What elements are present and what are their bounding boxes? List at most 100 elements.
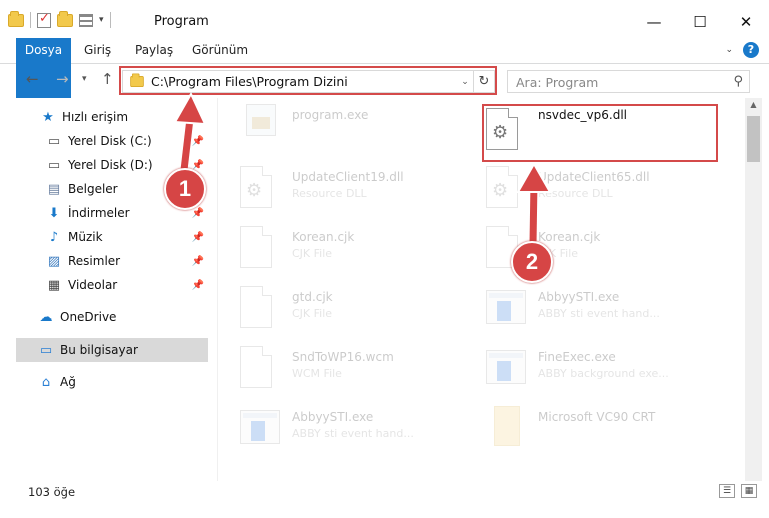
drive-icon: ▭: [47, 157, 61, 173]
back-arrow-icon[interactable]: ←: [26, 70, 39, 88]
sidebar-item-label: OneDrive: [60, 310, 117, 324]
sidebar-item-pictures[interactable]: ▨ Resimler 📌: [46, 249, 208, 273]
sidebar-item-label: İndirmeler: [68, 206, 130, 220]
file-item[interactable]: ⚙ UpdateClient65.dll Resource DLL: [486, 162, 716, 222]
search-icon[interactable]: ⚲: [733, 74, 743, 89]
step-badge-2: 2: [511, 241, 553, 283]
sidebar-item-label: Hızlı erişim: [62, 110, 129, 124]
sidebar-scrollbar[interactable]: [208, 98, 218, 481]
ribbon-tabs: Dosya Giriş Paylaş Görünüm ⌄ ?: [0, 38, 769, 98]
forward-arrow-icon[interactable]: →: [56, 70, 69, 88]
sidebar-item-network[interactable]: ⌂ Ağ: [38, 370, 208, 394]
chevron-down-icon[interactable]: ▾: [99, 15, 104, 25]
sidebar-item-videos[interactable]: ▦ Videolar 📌: [46, 273, 208, 297]
file-name: SndToWP16.wcm: [292, 350, 394, 364]
document-icon: [240, 286, 280, 330]
file-type: ABBY sti event hand...: [292, 427, 414, 440]
file-type: ABBY background exe...: [538, 367, 669, 380]
new-folder-icon[interactable]: [57, 10, 73, 27]
file-item[interactable]: ⚙ UpdateClient19.dll Resource DLL: [240, 162, 470, 222]
large-icons-view-icon[interactable]: ▦: [741, 484, 757, 498]
videos-icon: ▦: [47, 277, 61, 293]
content-scrollbar[interactable]: ▲: [745, 98, 762, 481]
pin-icon: 📌: [191, 279, 204, 291]
file-item[interactable]: Korean.cjk CJK File: [240, 222, 470, 282]
folder-icon: [486, 406, 526, 450]
divider: [109, 12, 111, 28]
help-icon[interactable]: ?: [743, 42, 759, 58]
app-icon: [240, 406, 280, 450]
dll-gear-icon: ⚙: [240, 166, 280, 210]
up-arrow-icon[interactable]: ↑: [101, 70, 114, 88]
file-name: program.exe: [292, 108, 369, 122]
file-name: AbbyySTI.exe: [292, 410, 374, 424]
sidebar-item-label: Yerel Disk (D:): [68, 158, 153, 172]
sidebar-item-quick-access[interactable]: ★ Hızlı erişim: [40, 105, 208, 129]
sidebar-item-local-disk-c[interactable]: ▭ Yerel Disk (C:) 📌: [46, 129, 208, 153]
computer-icon: ▭: [39, 342, 53, 358]
drive-icon: ▭: [47, 133, 61, 149]
exe-icon: [240, 104, 280, 148]
scrollbar-thumb[interactable]: [747, 116, 760, 162]
quick-access-toolbar: ▾: [8, 10, 111, 28]
window-title: Program: [154, 14, 209, 29]
recent-locations-icon[interactable]: ▾: [82, 74, 87, 84]
sidebar-item-onedrive[interactable]: ☁ OneDrive: [38, 305, 208, 329]
file-name: Korean.cjk: [292, 230, 355, 244]
music-icon: ♪: [49, 229, 59, 245]
network-icon: ⌂: [41, 374, 51, 390]
sidebar-item-this-pc[interactable]: ▭ Bu bilgisayar: [16, 338, 208, 362]
search-placeholder: Ara: Program: [516, 75, 599, 90]
file-item[interactable]: gtd.cjk CJK File: [240, 282, 470, 342]
scroll-up-icon[interactable]: ▲: [745, 100, 762, 109]
file-item[interactable]: SndToWP16.wcm WCM File: [240, 342, 470, 402]
sidebar-item-label: Ağ: [60, 375, 76, 389]
star-icon: ★: [42, 109, 54, 125]
sidebar-item-label: Müzik: [68, 230, 103, 244]
file-name: gtd.cjk: [292, 290, 333, 304]
sidebar-item-label: Belgeler: [68, 182, 118, 196]
properties-check-icon[interactable]: [37, 11, 51, 28]
file-type: WCM File: [292, 367, 342, 380]
file-item[interactable]: FineExec.exe ABBY background exe...: [486, 342, 716, 402]
customize-toolbar-icon[interactable]: [79, 13, 93, 27]
file-item[interactable]: program.exe: [240, 100, 470, 160]
dll-gear-icon: ⚙: [486, 166, 526, 210]
file-name: FineExec.exe: [538, 350, 616, 364]
file-item[interactable]: Microsoft VC90 CRT: [486, 402, 716, 462]
folder-icon: [8, 10, 24, 27]
file-type: CJK File: [292, 247, 333, 260]
dll-highlight-box: [482, 104, 718, 162]
divider: [30, 12, 31, 28]
step-badge-1: 1: [164, 168, 206, 210]
cloud-icon: ☁: [39, 309, 53, 325]
search-input[interactable]: Ara: Program ⚲: [507, 70, 750, 93]
sidebar-item-music[interactable]: ♪ Müzik 📌: [46, 225, 208, 249]
pin-icon: 📌: [191, 231, 204, 243]
file-item[interactable]: AbbyySTI.exe ABBY sti event hand...: [240, 402, 470, 462]
tab-paylas[interactable]: Paylaş: [125, 38, 183, 63]
address-highlight-box: [119, 66, 497, 95]
sidebar-item-label: Videolar: [68, 278, 118, 292]
pin-icon: 📌: [191, 207, 204, 219]
file-name: AbbyySTI.exe: [538, 290, 620, 304]
pictures-icon: ▨: [47, 253, 61, 269]
pin-icon: 📌: [191, 255, 204, 267]
tab-giris[interactable]: Giriş: [74, 38, 121, 63]
item-count: 103 öğe: [28, 485, 76, 499]
file-type: Resource DLL: [292, 187, 367, 200]
document-icon: [240, 226, 280, 270]
file-name: UpdateClient65.dll: [538, 170, 650, 184]
app-icon: [486, 346, 526, 390]
tab-gorunum[interactable]: Görünüm: [182, 38, 258, 63]
status-bar: 103 öğe ☰ ▦: [0, 481, 769, 503]
sidebar-item-label: Yerel Disk (C:): [68, 134, 152, 148]
file-name: Korean.cjk: [538, 230, 601, 244]
file-type: CJK File: [292, 307, 333, 320]
chevron-down-icon[interactable]: ⌄: [725, 45, 733, 55]
navigation-pane: ★ Hızlı erişim ▭ Yerel Disk (C:) 📌 ▭ Yer…: [0, 98, 218, 481]
document-icon: [240, 346, 280, 390]
sidebar-item-label: Resimler: [68, 254, 121, 268]
details-view-icon[interactable]: ☰: [719, 484, 735, 498]
file-item[interactable]: AbbyySTI.exe ABBY sti event hand...: [486, 282, 716, 342]
